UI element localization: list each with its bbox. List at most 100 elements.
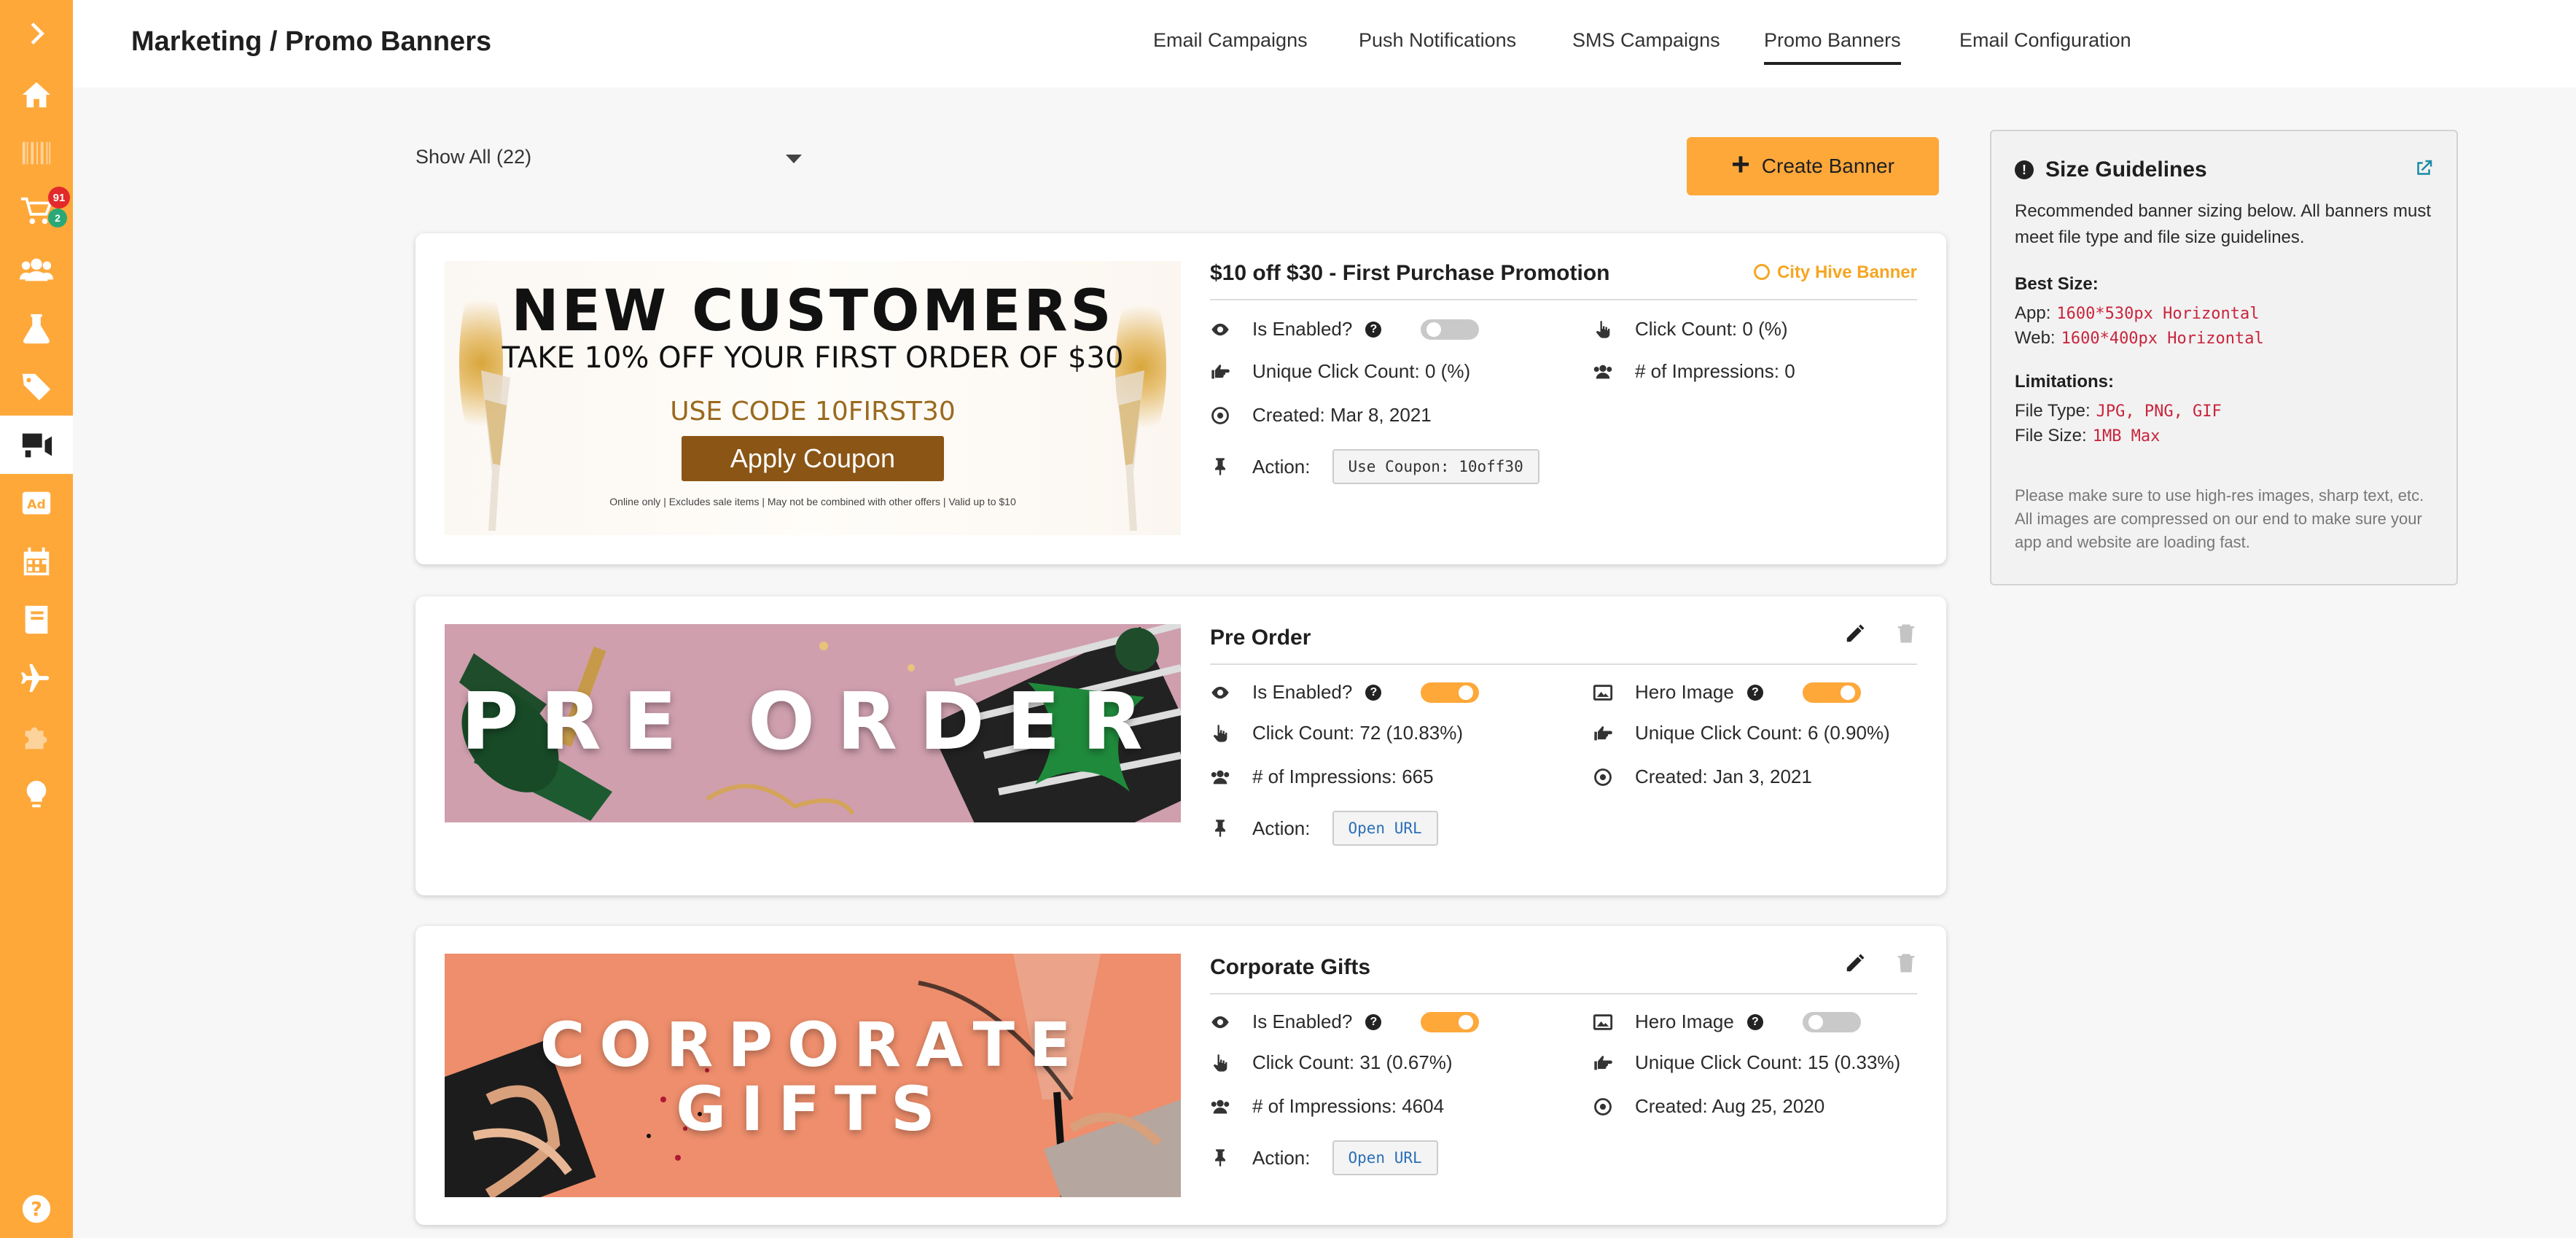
sidebar-item-ads[interactable]: Ad bbox=[0, 474, 73, 532]
card-actions bbox=[1844, 952, 1917, 974]
city-hive-tag: City Hive Banner bbox=[1753, 262, 1917, 283]
pin-icon bbox=[1210, 818, 1230, 838]
unique-click-row: Unique Click Count: 6 (0.90%) bbox=[1593, 722, 1890, 744]
action-label: Action: bbox=[1252, 1146, 1311, 1169]
app-size-label: App: bbox=[2015, 303, 2051, 323]
help-icon: ? bbox=[1746, 1013, 1763, 1030]
card-actions bbox=[1844, 623, 1917, 645]
banner-code-text: USE CODE 10FIRST30 bbox=[670, 397, 956, 427]
banner-apply-coupon: Apply Coupon bbox=[682, 436, 944, 481]
unique-click-row: Unique Click Count: 15 (0.33%) bbox=[1593, 1051, 1900, 1074]
pointer-hand-icon bbox=[1210, 1053, 1230, 1073]
hand-point-right-icon bbox=[1593, 723, 1613, 744]
banner-image-corporate-gifts[interactable]: CORPORATE GIFTS bbox=[445, 954, 1181, 1197]
file-type: File Type: JPG, PNG, GIF bbox=[2015, 401, 2222, 421]
action-chip[interactable]: Open URL bbox=[1332, 1140, 1438, 1175]
app-size: App: 1600*530px Horizontal bbox=[2015, 303, 2260, 324]
guidelines-note: Please make sure to use high-res images,… bbox=[2015, 486, 2424, 551]
title-divider bbox=[1210, 993, 1917, 994]
action-row: Action: Use Coupon: 10off30 bbox=[1210, 449, 1539, 484]
tab-push-notifications[interactable]: Push Notifications bbox=[1359, 29, 1516, 52]
sidebar-item-catalog[interactable] bbox=[0, 591, 73, 649]
sidebar-item-labs[interactable] bbox=[0, 299, 73, 357]
hand-point-right-icon bbox=[1593, 1053, 1613, 1073]
sidebar-item-orders[interactable]: 91 2 bbox=[0, 182, 73, 241]
banner-filter-select[interactable]: Show All (22) bbox=[415, 146, 802, 175]
sidebar-item-delivery[interactable] bbox=[0, 649, 73, 707]
banner-card: NEW CUSTOMERS TAKE 10% OFF YOUR FIRST OR… bbox=[415, 233, 1946, 564]
created-row: Created: Jan 3, 2021 bbox=[1593, 766, 1812, 788]
users-icon bbox=[1210, 767, 1230, 787]
calendar-icon bbox=[23, 547, 50, 576]
top-header: Marketing / Promo Banners Email Campaign… bbox=[73, 0, 2576, 87]
enabled-label: Is Enabled? bbox=[1252, 318, 1353, 340]
hero-image-row: Hero Image ? bbox=[1593, 681, 1861, 704]
sidebar-item-customers[interactable] bbox=[0, 241, 73, 299]
info-icon: ! bbox=[2015, 160, 2034, 179]
caret-down-icon bbox=[786, 155, 802, 163]
create-banner-button[interactable]: + Create Banner bbox=[1687, 137, 1939, 195]
hero-image-label: Hero Image bbox=[1635, 1011, 1734, 1032]
banner-image-new-customers[interactable]: NEW CUSTOMERS TAKE 10% OFF YOUR FIRST OR… bbox=[445, 261, 1181, 535]
file-type-value: JPG, PNG, GIF bbox=[2096, 402, 2222, 421]
enabled-toggle[interactable] bbox=[1421, 682, 1480, 703]
city-hive-tag-label: City Hive Banner bbox=[1776, 262, 1917, 282]
banner-corporate-text: CORPORATE bbox=[539, 1009, 1086, 1081]
banner-card: CORPORATE GIFTS Corporate Gifts Is Enabl… bbox=[415, 926, 1946, 1225]
tab-sms-campaigns[interactable]: SMS Campaigns bbox=[1572, 29, 1720, 52]
external-link-icon[interactable] bbox=[2413, 157, 2435, 179]
created-date: Created: Jan 3, 2021 bbox=[1635, 766, 1812, 787]
impressions: # of Impressions: 0 bbox=[1635, 360, 1795, 382]
guidelines-title: Size Guidelines bbox=[2045, 157, 2207, 182]
image-icon bbox=[1593, 682, 1613, 703]
eye-icon bbox=[1210, 319, 1230, 340]
edit-icon[interactable] bbox=[1844, 623, 1866, 645]
trash-icon[interactable] bbox=[1895, 952, 1917, 974]
ad-icon: Ad bbox=[22, 491, 51, 515]
best-size-label: Best Size: bbox=[2015, 274, 2099, 294]
enabled-row: Is Enabled? ? bbox=[1210, 318, 1480, 340]
users-icon bbox=[1210, 1097, 1230, 1117]
help-icon: ? bbox=[1365, 1013, 1382, 1030]
pin-icon bbox=[1210, 1148, 1230, 1168]
web-size: Web: 1600*400px Horizontal bbox=[2015, 328, 2264, 349]
enabled-row: Is Enabled? ? bbox=[1210, 1011, 1480, 1033]
users-icon bbox=[1593, 362, 1613, 382]
created-date: Created: Mar 8, 2021 bbox=[1252, 404, 1432, 426]
limitations-label: Limitations: bbox=[2015, 372, 2114, 392]
impressions-row: # of Impressions: 0 bbox=[1593, 360, 1795, 383]
sidebar-item-ideas[interactable] bbox=[0, 766, 73, 824]
sidebar-item-inventory[interactable] bbox=[0, 124, 73, 182]
enabled-toggle[interactable] bbox=[1421, 1011, 1480, 1032]
tab-email-campaigns[interactable]: Email Campaigns bbox=[1153, 29, 1308, 52]
hero-image-row: Hero Image ? bbox=[1593, 1011, 1861, 1033]
impressions-row: # of Impressions: 4604 bbox=[1210, 1095, 1444, 1118]
expand-sidebar-button[interactable] bbox=[0, 4, 73, 63]
help-button[interactable]: ? bbox=[0, 1180, 73, 1238]
action-chip[interactable]: Use Coupon: 10off30 bbox=[1332, 449, 1539, 484]
hero-image-label: Hero Image bbox=[1635, 681, 1734, 703]
sidebar-item-calendar[interactable] bbox=[0, 532, 73, 591]
click-count: Click Count: 72 (10.83%) bbox=[1252, 722, 1464, 744]
sidebar-item-integrations[interactable] bbox=[0, 707, 73, 766]
banner-image-pre-order[interactable]: PRE ORDER bbox=[445, 624, 1181, 822]
tab-email-configuration[interactable]: Email Configuration bbox=[1959, 29, 2131, 52]
puzzle-icon bbox=[25, 727, 47, 750]
hero-image-toggle[interactable] bbox=[1802, 1011, 1861, 1032]
svg-text:?: ? bbox=[31, 1199, 42, 1221]
marketing-icon bbox=[22, 433, 52, 458]
sidebar-item-marketing[interactable] bbox=[0, 416, 73, 474]
orders-badge-green: 2 bbox=[48, 209, 67, 227]
trash-icon[interactable] bbox=[1895, 623, 1917, 645]
pin-icon bbox=[1210, 456, 1230, 477]
sidebar-item-home[interactable] bbox=[0, 66, 73, 124]
sidebar-item-promotions[interactable] bbox=[0, 357, 73, 416]
enabled-toggle[interactable] bbox=[1421, 319, 1480, 340]
file-size-value: 1MB Max bbox=[2092, 427, 2161, 445]
tab-promo-banners[interactable]: Promo Banners bbox=[1764, 29, 1901, 65]
guidelines-intro: Recommended banner sizing below. All ban… bbox=[2015, 201, 2431, 247]
edit-icon[interactable] bbox=[1844, 952, 1866, 974]
action-chip[interactable]: Open URL bbox=[1332, 811, 1438, 846]
hero-image-toggle[interactable] bbox=[1802, 682, 1861, 703]
banner-title: $10 off $30 - First Purchase Promotion bbox=[1210, 261, 1610, 285]
